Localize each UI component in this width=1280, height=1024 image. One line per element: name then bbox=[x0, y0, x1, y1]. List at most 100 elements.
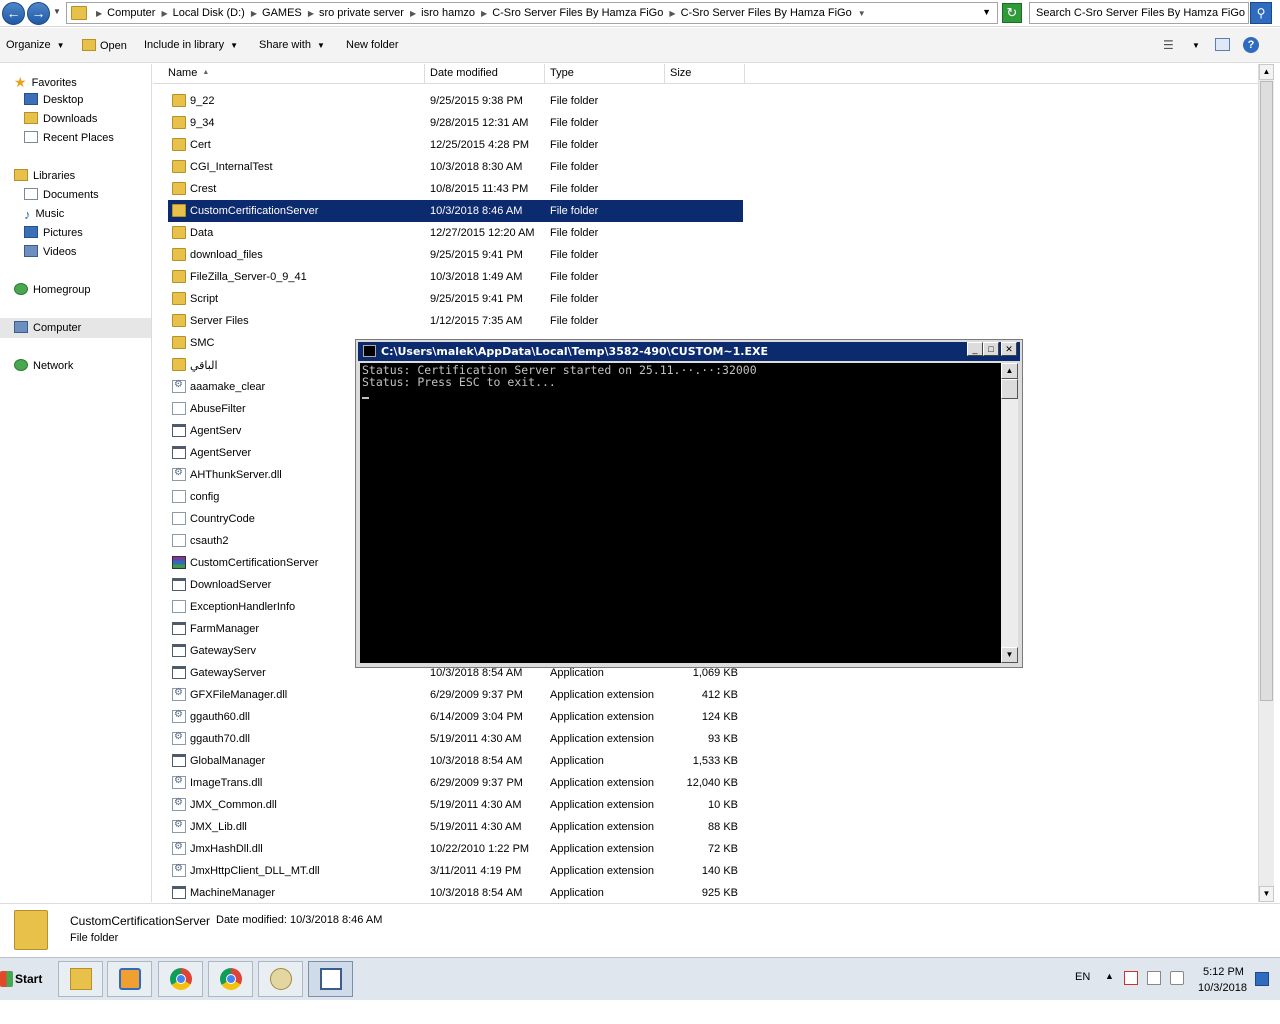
console-title-bar[interactable]: C:\Users\malek\AppData\Local\Temp\3582-4… bbox=[358, 342, 1020, 361]
nav-videos[interactable]: Videos bbox=[24, 245, 76, 258]
column-name[interactable]: Name ▲ bbox=[163, 64, 425, 84]
recent-pages-dropdown[interactable]: ▼ bbox=[53, 7, 61, 16]
nav-computer[interactable]: Computer bbox=[14, 321, 81, 334]
column-date[interactable]: Date modified bbox=[425, 64, 545, 84]
file-row[interactable]: Cert 12/25/2015 4:28 PM File folder bbox=[168, 134, 743, 156]
breadcrumb-item[interactable]: Local Disk (D:) bbox=[173, 7, 245, 19]
file-row[interactable]: 9_34 9/28/2015 12:31 AM File folder bbox=[168, 112, 743, 134]
taskbar-media-player[interactable] bbox=[107, 961, 152, 997]
file-row[interactable]: MachineManager 10/3/2018 8:54 AM Applicati… bbox=[168, 882, 743, 902]
console-output[interactable]: Status: Certification Server started on … bbox=[360, 363, 1001, 663]
file-row[interactable]: Script 9/25/2015 9:41 PM File folder bbox=[168, 288, 743, 310]
nav-music[interactable]: ♪ Music bbox=[24, 207, 64, 222]
nav-recent-places[interactable]: Recent Places bbox=[24, 131, 114, 144]
nav-desktop[interactable]: Desktop bbox=[24, 93, 83, 106]
file-row[interactable]: JmxHttpClient_DLL_MT.dll 3/11/2011 4:19 P… bbox=[168, 860, 743, 882]
console-scrollbar[interactable]: ▲ ▼ bbox=[1001, 363, 1018, 663]
nav-homegroup[interactable]: Homegroup bbox=[14, 283, 90, 296]
breadcrumb-chevron-icon[interactable]: ▶ bbox=[96, 9, 102, 18]
close-button[interactable]: ✕ bbox=[1001, 342, 1017, 356]
nav-downloads[interactable]: Downloads bbox=[24, 112, 97, 125]
breadcrumb-chevron-icon[interactable]: ▶ bbox=[251, 9, 257, 18]
search-input[interactable]: Search C-Sro Server Files By Hamza FiGo bbox=[1029, 2, 1249, 24]
file-row[interactable]: 9_22 9/25/2015 9:38 PM File folder bbox=[168, 90, 743, 112]
breadcrumb-chevron-icon[interactable]: ▶ bbox=[669, 9, 675, 18]
breadcrumb-item[interactable]: GAMES bbox=[262, 7, 302, 19]
file-list-scrollbar[interactable]: ▲ ▼ bbox=[1258, 64, 1274, 902]
file-row[interactable]: Server Files 1/12/2015 7:35 AM File folder bbox=[168, 310, 743, 332]
breadcrumb-chevron-icon[interactable]: ▼ bbox=[858, 9, 866, 18]
file-row[interactable]: CGI_InternalTest 10/3/2018 8:30 AM File fo… bbox=[168, 156, 743, 178]
maximize-button[interactable]: □ bbox=[983, 342, 999, 356]
include-in-library-button[interactable]: Include in library ▼ bbox=[144, 39, 238, 51]
file-row[interactable]: download_files 9/25/2015 9:41 PM File fold… bbox=[168, 244, 743, 266]
console-app-icon[interactable] bbox=[363, 345, 376, 357]
back-button[interactable]: ← bbox=[2, 2, 25, 25]
file-row[interactable]: GlobalManager 10/3/2018 8:54 AM Applicatio… bbox=[168, 750, 743, 772]
column-type[interactable]: Type bbox=[545, 64, 665, 84]
taskbar-paint[interactable] bbox=[258, 961, 303, 997]
new-folder-button[interactable]: New folder bbox=[346, 39, 399, 51]
file-row[interactable]: JMX_Lib.dll 5/19/2011 4:30 AM Application … bbox=[168, 816, 743, 838]
network-tray-icon[interactable] bbox=[1147, 971, 1161, 985]
breadcrumb-item[interactable]: C-Sro Server Files By Hamza FiGo bbox=[681, 7, 852, 19]
console-window[interactable]: C:\Users\malek\AppData\Local\Temp\3582-4… bbox=[355, 339, 1023, 668]
chevron-down-icon[interactable]: ▼ bbox=[1192, 41, 1200, 50]
file-row[interactable]: ImageTrans.dll 6/29/2009 9:37 PM Applicati… bbox=[168, 772, 743, 794]
breadcrumb-chevron-icon[interactable]: ▶ bbox=[162, 9, 168, 18]
nav-favorites[interactable]: ★ Favorites bbox=[14, 74, 77, 91]
start-button[interactable]: Start bbox=[0, 963, 50, 995]
clock-time[interactable]: 5:12 PM bbox=[1203, 966, 1244, 978]
address-box[interactable]: ▶ Computer ▶ Local Disk (D:) ▶ GAMES ▶ sro p… bbox=[66, 2, 998, 24]
taskbar-console[interactable] bbox=[308, 961, 353, 997]
forward-button[interactable]: → bbox=[27, 2, 50, 25]
show-hidden-icons-icon[interactable]: ▲ bbox=[1105, 971, 1114, 981]
file-row[interactable]: CustomCertificationServer 10/3/2018 8:46 … bbox=[168, 200, 743, 222]
file-row[interactable]: Data 12/27/2015 12:20 AM File folder bbox=[168, 222, 743, 244]
scroll-down-icon[interactable]: ▼ bbox=[1001, 647, 1018, 663]
address-history-dropdown[interactable]: ▼ bbox=[982, 7, 991, 17]
taskbar-chrome-2[interactable] bbox=[208, 961, 253, 997]
help-icon[interactable]: ? bbox=[1243, 37, 1259, 53]
taskbar-chrome-1[interactable] bbox=[158, 961, 203, 997]
file-row[interactable]: Crest 10/8/2015 11:43 PM File folder bbox=[168, 178, 743, 200]
scroll-thumb[interactable] bbox=[1260, 81, 1273, 701]
scroll-up-icon[interactable]: ▲ bbox=[1259, 64, 1274, 80]
file-row[interactable]: FileZilla_Server-0_9_41 10/3/2018 1:49 AM… bbox=[168, 266, 743, 288]
breadcrumb-chevron-icon[interactable]: ▶ bbox=[410, 9, 416, 18]
view-options-icon[interactable]: ☰ bbox=[1163, 38, 1174, 52]
show-desktop-icon[interactable] bbox=[1255, 972, 1269, 986]
breadcrumb-item[interactable]: sro private server bbox=[319, 7, 404, 19]
file-row[interactable]: ggauth60.dll 6/14/2009 3:04 PM Application… bbox=[168, 706, 743, 728]
share-with-button[interactable]: Share with ▼ bbox=[259, 39, 325, 51]
file-row[interactable]: JmxHashDll.dll 10/22/2010 1:22 PM Applicat… bbox=[168, 838, 743, 860]
breadcrumb-item[interactable]: C-Sro Server Files By Hamza FiGo bbox=[492, 7, 663, 19]
taskbar-explorer[interactable] bbox=[58, 961, 103, 997]
file-row[interactable]: GFXFileManager.dll 6/29/2009 9:37 PM Appli… bbox=[168, 684, 743, 706]
refresh-button[interactable]: ↻ bbox=[1002, 3, 1022, 23]
action-center-icon[interactable] bbox=[1124, 971, 1138, 985]
nav-network[interactable]: Network bbox=[14, 359, 73, 372]
breadcrumb-chevron-icon[interactable]: ▶ bbox=[481, 9, 487, 18]
open-button[interactable]: Open bbox=[82, 39, 127, 52]
language-indicator[interactable]: EN bbox=[1075, 971, 1090, 983]
preview-pane-icon[interactable] bbox=[1215, 38, 1230, 51]
column-size[interactable]: Size bbox=[665, 64, 745, 84]
nav-libraries[interactable]: Libraries bbox=[14, 169, 75, 182]
clock-date[interactable]: 10/3/2018 bbox=[1198, 982, 1247, 994]
file-row[interactable]: ggauth70.dll 5/19/2011 4:30 AM Application… bbox=[168, 728, 743, 750]
breadcrumb-item[interactable]: isro hamzo bbox=[421, 7, 475, 19]
scroll-up-icon[interactable]: ▲ bbox=[1001, 363, 1018, 379]
organize-button[interactable]: Organize ▼ bbox=[6, 39, 65, 51]
breadcrumb-chevron-icon[interactable]: ▶ bbox=[308, 9, 314, 18]
scroll-down-icon[interactable]: ▼ bbox=[1259, 886, 1274, 902]
file-row[interactable]: JMX_Common.dll 5/19/2011 4:30 AM Applicati… bbox=[168, 794, 743, 816]
nav-documents[interactable]: Documents bbox=[24, 188, 99, 201]
breadcrumb-item[interactable]: Computer bbox=[107, 7, 155, 19]
search-icon[interactable]: ⚲ bbox=[1250, 2, 1272, 24]
file-size: 88 KB bbox=[708, 821, 738, 833]
volume-icon[interactable] bbox=[1170, 971, 1184, 985]
minimize-button[interactable]: _ bbox=[967, 342, 983, 356]
scroll-thumb[interactable] bbox=[1001, 379, 1018, 399]
nav-pictures[interactable]: Pictures bbox=[24, 226, 83, 239]
